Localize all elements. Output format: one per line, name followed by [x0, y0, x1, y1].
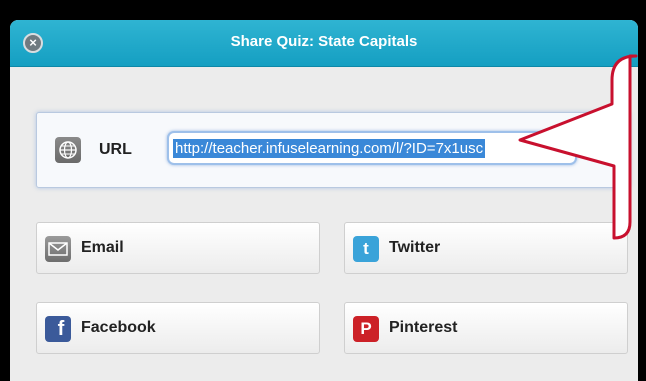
callout-bubble: [518, 54, 638, 240]
